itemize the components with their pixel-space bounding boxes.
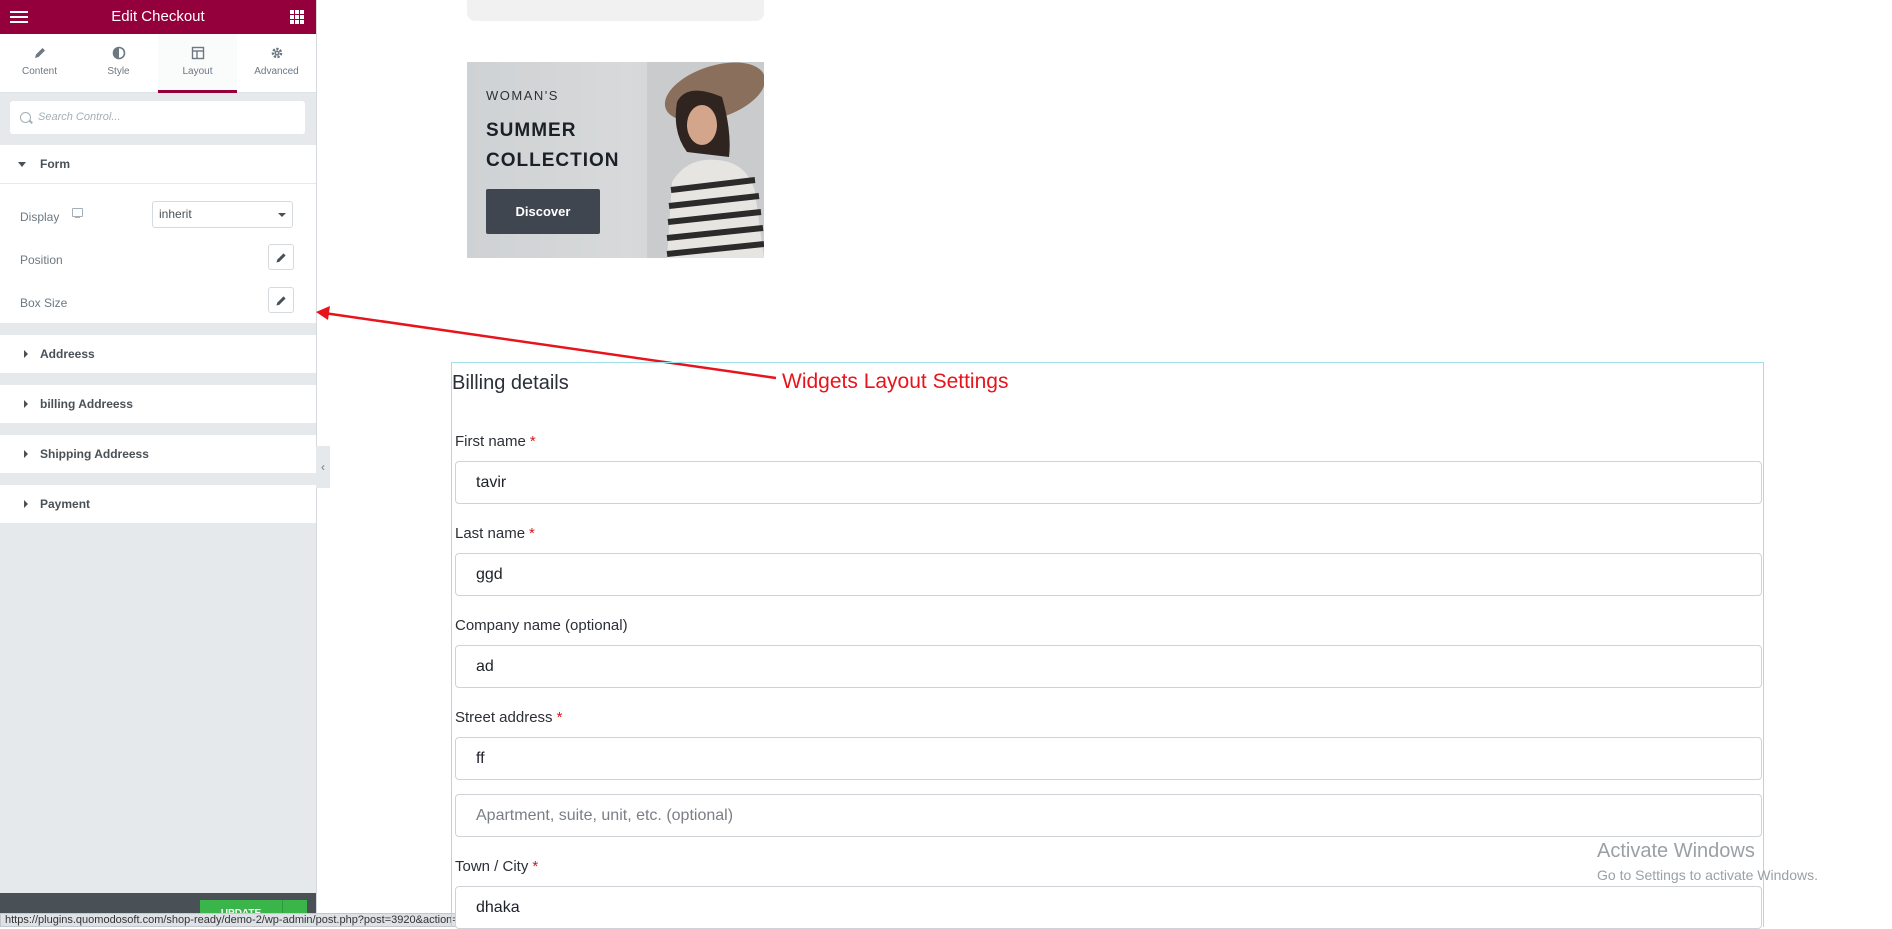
search-control-input[interactable]: Search Control... [10, 101, 305, 134]
search-icon [20, 112, 31, 123]
section-title: billing Addreess [40, 397, 133, 411]
discover-button[interactable]: Discover [486, 189, 600, 234]
layout-icon [158, 46, 237, 66]
banner-headline: SUMMER COLLECTION [486, 120, 620, 171]
display-select[interactable]: inherit [152, 201, 293, 228]
sidebar-header: Edit Checkout [0, 0, 316, 34]
street-address-label: Street address * [455, 709, 562, 726]
section-payment-header[interactable]: Payment [0, 485, 316, 523]
section-address-header[interactable]: Addreess [0, 335, 316, 373]
last-name-label: Last name * [455, 525, 535, 542]
tab-style[interactable]: Style [79, 34, 158, 92]
company-name-label: Company name (optional) [455, 617, 628, 634]
contrast-icon [79, 46, 158, 66]
caret-right-icon [24, 500, 28, 508]
billing-title: Billing details [452, 372, 569, 394]
field-label-text: Town / City [455, 858, 529, 875]
field-label-text: Street address [455, 709, 553, 726]
tab-layout[interactable]: Layout [158, 34, 237, 93]
last-name-input[interactable]: ggd [455, 553, 1762, 596]
collapse-panel-handle[interactable]: ‹ [316, 446, 330, 488]
caret-right-icon [24, 450, 28, 458]
position-label: Position [20, 253, 63, 267]
model-photo [647, 62, 764, 258]
panel-tabs: Content Style Layout Advanced [0, 34, 316, 93]
dropdown-arrow-icon [278, 213, 286, 217]
required-marker: * [529, 525, 535, 542]
section-shipping-address-header[interactable]: Shipping Addreess [0, 435, 316, 473]
apartment-input[interactable]: Apartment, suite, unit, etc. (optional) [455, 794, 1762, 837]
search-placeholder: Search Control... [38, 111, 121, 123]
windows-activation-watermark: Activate Windows Go to Settings to activ… [1597, 840, 1818, 883]
company-name-input[interactable]: ad [455, 645, 1762, 688]
pencil-icon [276, 296, 286, 306]
gear-icon [237, 46, 316, 66]
position-edit-button[interactable] [268, 244, 294, 270]
street-address-input[interactable]: ff [455, 737, 1762, 780]
section-title: Form [40, 157, 70, 171]
field-label-text: Company name (optional) [455, 617, 628, 634]
form-section-controls: Display inherit Position Box Size [0, 183, 316, 323]
banner-eyebrow: WOMAN'S [486, 88, 559, 103]
panel-title: Edit Checkout [111, 8, 205, 25]
tab-advanced[interactable]: Advanced [237, 34, 316, 92]
watermark-line1: Activate Windows [1597, 840, 1755, 862]
required-marker: * [529, 433, 536, 450]
caret-down-icon [18, 162, 26, 167]
field-label-text: Last name [455, 525, 526, 542]
widgets-grid-icon[interactable] [290, 10, 304, 24]
field-label-text: First name [455, 433, 526, 450]
caret-right-icon [24, 350, 28, 358]
watermark-line2: Go to Settings to activate Windows. [1597, 867, 1818, 883]
display-label: Display [20, 210, 60, 224]
product-card-remnant [467, 0, 764, 21]
box-size-label: Box Size [20, 296, 68, 310]
pencil-icon [276, 253, 286, 263]
tab-label: Layout [182, 66, 213, 77]
section-title: Shipping Addreess [40, 447, 149, 461]
pencil-icon [0, 46, 79, 66]
section-title: Payment [40, 497, 91, 511]
editor-sidebar: Edit Checkout Content Style Layout Advan… [0, 0, 317, 927]
tab-label: Advanced [254, 66, 299, 77]
town-city-input[interactable]: dhaka [455, 886, 1762, 929]
section-title: Addreess [40, 347, 95, 361]
section-form-header[interactable]: Form [0, 145, 316, 183]
required-marker: * [532, 858, 539, 875]
first-name-label: First name * [455, 433, 536, 450]
desktop-icon[interactable] [72, 208, 83, 219]
promo-banner: WOMAN'S SUMMER COLLECTION Discover [467, 62, 764, 258]
required-marker: * [556, 709, 563, 726]
section-billing-address-header[interactable]: billing Addreess [0, 385, 316, 423]
billing-details-widget: Billing details First name * tavir Last n… [451, 362, 1764, 929]
tab-label: Content [21, 66, 58, 77]
display-value: inherit [159, 207, 192, 221]
first-name-input[interactable]: tavir [455, 461, 1762, 504]
box-size-edit-button[interactable] [268, 287, 294, 313]
tab-label: Style [107, 66, 130, 77]
caret-right-icon [24, 400, 28, 408]
tab-content[interactable]: Content [0, 34, 79, 92]
town-city-label: Town / City * [455, 858, 538, 875]
